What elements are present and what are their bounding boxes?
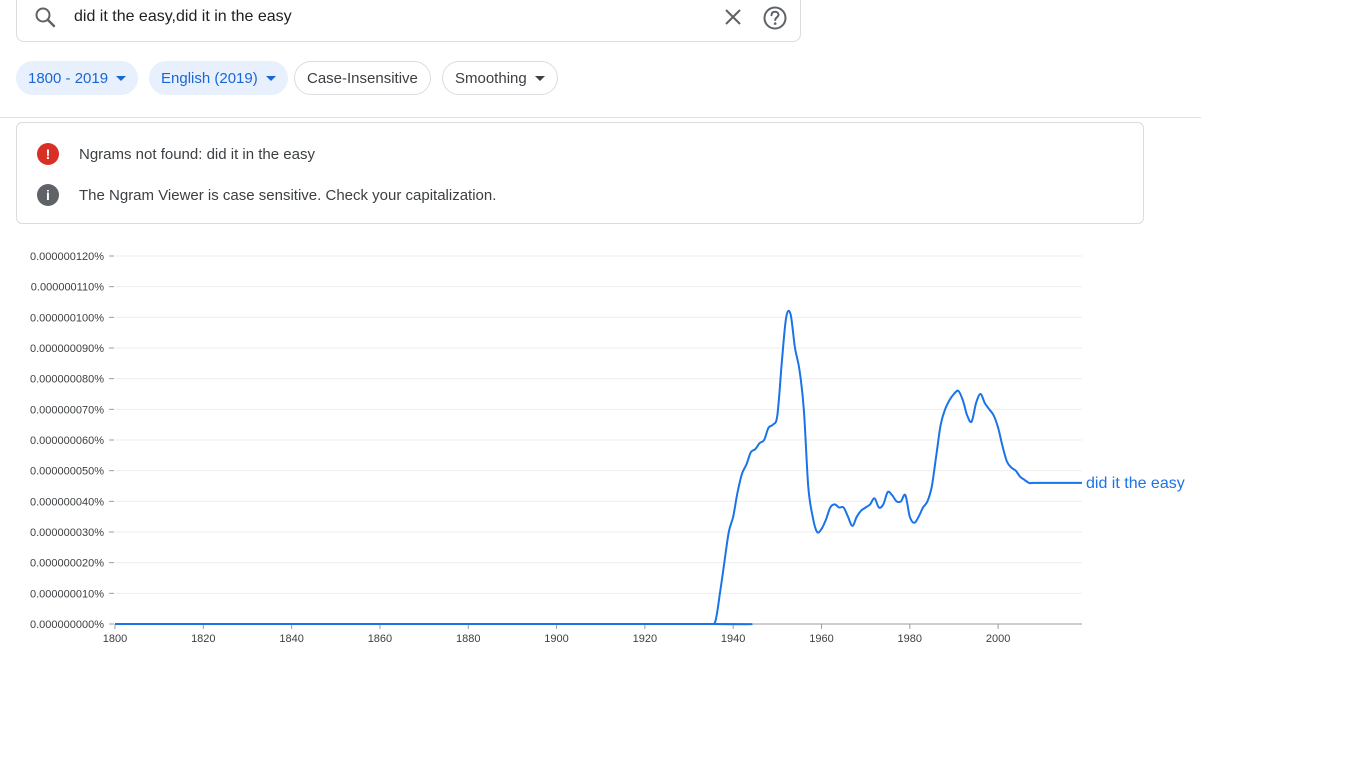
- corpus-dropdown[interactable]: English (2019): [149, 61, 288, 95]
- y-tick-label: 0.000000100%: [30, 312, 104, 324]
- case-insensitive-toggle[interactable]: Case-Insensitive: [294, 61, 431, 95]
- y-tick-label: 0.000000120%: [30, 251, 104, 263]
- caret-down-icon: [534, 75, 545, 81]
- x-tick-label: 1960: [809, 633, 833, 645]
- y-tick-label: 0.000000000%: [30, 619, 104, 631]
- notice-panel: ! Ngrams not found: did it in the easy i…: [16, 122, 1144, 224]
- error-icon: !: [37, 143, 59, 165]
- year-range-dropdown[interactable]: 1800 - 2019: [16, 61, 139, 95]
- divider: [0, 117, 1201, 118]
- corpus-label: English (2019): [161, 69, 258, 87]
- series-line: [114, 309, 1082, 626]
- notice-text: The Ngram Viewer is case sensitive. Chec…: [79, 186, 497, 204]
- smoothing-dropdown[interactable]: Smoothing: [442, 61, 558, 95]
- notice-case-sensitive: i The Ngram Viewer is case sensitive. Ch…: [37, 184, 496, 206]
- year-range-label: 1800 - 2019: [28, 69, 109, 87]
- x-tick-label: 1820: [191, 633, 215, 645]
- y-tick-label: 0.000000070%: [30, 404, 104, 416]
- x-tick-label: 1940: [721, 633, 745, 645]
- search-icon: [35, 7, 56, 28]
- notice-text: Ngrams not found: did it in the easy: [79, 145, 315, 163]
- x-tick-label: 1920: [633, 633, 657, 645]
- y-tick-label: 0.000000030%: [30, 527, 104, 539]
- smoothing-label: Smoothing: [455, 69, 527, 87]
- notice-not-found: ! Ngrams not found: did it in the easy: [37, 143, 315, 165]
- x-tick-label: 1860: [368, 633, 392, 645]
- caret-down-icon: [265, 75, 276, 81]
- y-tick-label: 0.000000010%: [30, 588, 104, 600]
- x-tick-label: 1840: [279, 633, 303, 645]
- close-icon[interactable]: [721, 5, 745, 29]
- y-tick-label: 0.000000020%: [30, 558, 104, 570]
- x-tick-label: 1900: [544, 633, 568, 645]
- y-tick-label: 0.000000050%: [30, 466, 104, 478]
- y-tick-label: 0.000000080%: [30, 374, 104, 386]
- y-tick-label: 0.000000090%: [30, 343, 104, 355]
- help-icon[interactable]: [762, 5, 788, 31]
- x-tick-label: 1800: [103, 633, 127, 645]
- series-label: did it the easy: [1086, 475, 1185, 492]
- x-tick-label: 1880: [456, 633, 480, 645]
- info-icon: i: [37, 184, 59, 206]
- ngram-chart: 0.000000000% 0.000000010% 0.000000020% 0.00…: [30, 251, 1185, 645]
- search-bar[interactable]: did it the easy,did it in the easy: [16, 0, 801, 42]
- x-tick-label: 1980: [898, 633, 922, 645]
- y-tick-label: 0.000000060%: [30, 435, 104, 447]
- y-tick-label: 0.000000110%: [31, 282, 104, 294]
- y-tick-label: 0.000000040%: [30, 496, 104, 508]
- search-input[interactable]: did it the easy,did it in the easy: [74, 8, 292, 26]
- caret-down-icon: [116, 75, 127, 81]
- x-tick-label: 2000: [986, 633, 1010, 645]
- case-insensitive-label: Case-Insensitive: [307, 69, 418, 87]
